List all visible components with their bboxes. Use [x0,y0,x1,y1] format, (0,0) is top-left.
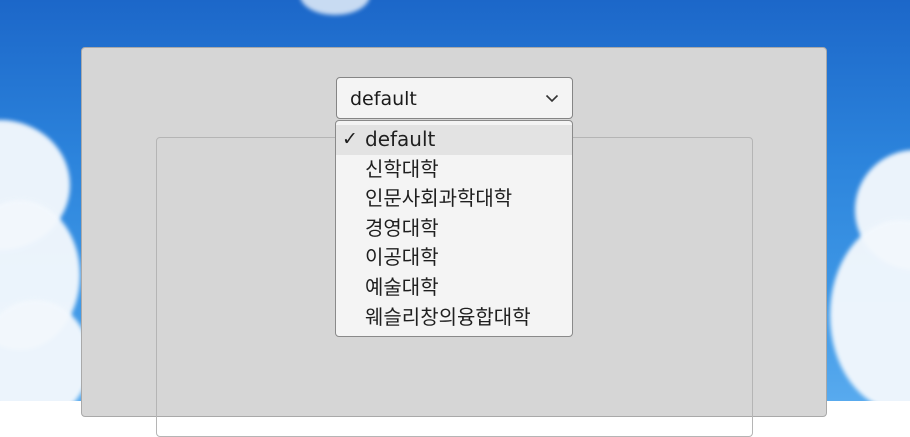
checkmark-icon: ✓ [342,128,358,150]
option-label: default [365,127,436,151]
dropdown-option-science-engineering[interactable]: 이공대학 [336,243,572,273]
dropdown-option-business[interactable]: 경영대학 [336,214,572,244]
option-label: 경영대학 [365,215,439,240]
college-dropdown[interactable]: default [336,77,573,119]
dropdown-selected-value: default [350,88,417,110]
cloud [0,300,90,401]
dropdown-option-humanities-social-sciences[interactable]: 인문사회과학대학 [336,184,572,214]
cloud [300,0,370,15]
option-label: 이공대학 [365,245,439,270]
dropdown-option-theology[interactable]: 신학대학 [336,155,572,185]
option-label: 예술대학 [365,274,439,299]
option-label: 신학대학 [365,156,439,181]
dropdown-option-arts[interactable]: 예술대학 [336,273,572,303]
chevron-down-icon [545,94,559,103]
dropdown-option-list: ✓ default 신학대학 인문사회과학대학 경영대학 이공대학 예술대학 웨… [335,120,573,337]
dropdown-option-wesley-convergence[interactable]: 웨슬리창의융합대학 [336,303,572,333]
dropdown-option-default[interactable]: ✓ default [336,125,572,155]
option-label: 인문사회과학대학 [365,186,513,211]
option-label: 웨슬리창의융합대학 [365,304,531,329]
cloud [830,220,910,401]
